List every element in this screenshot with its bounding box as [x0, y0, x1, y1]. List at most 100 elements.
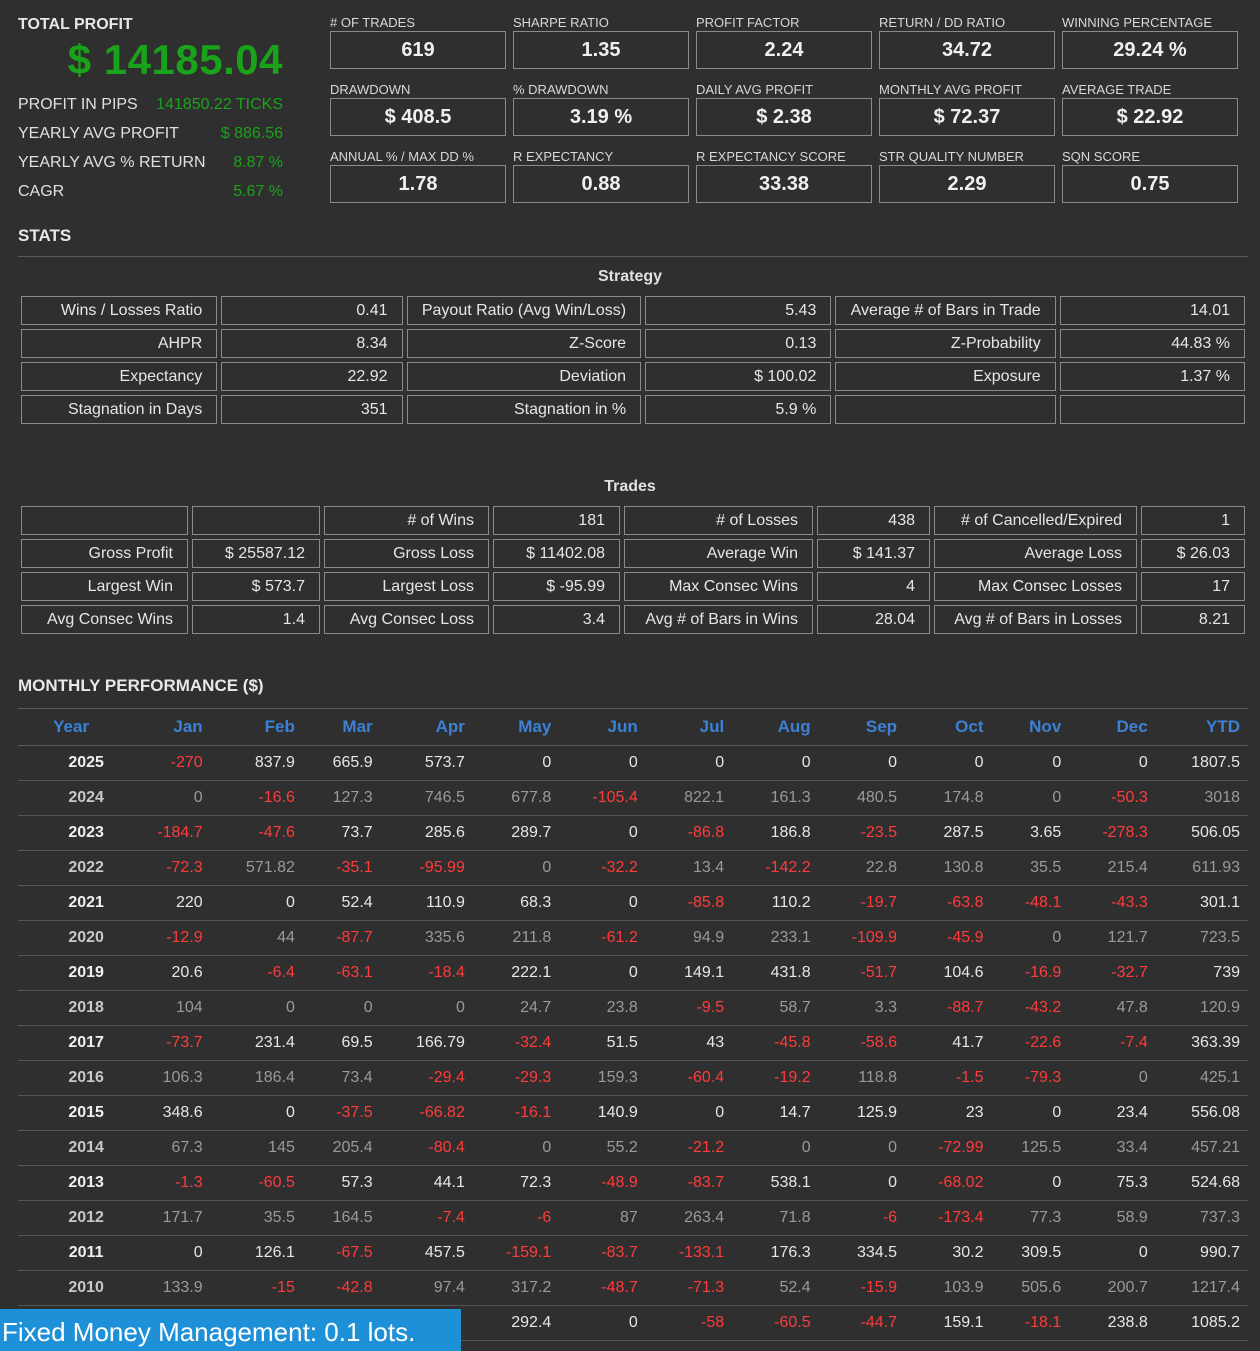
month-value-cell: 104: [124, 990, 211, 1026]
column-header[interactable]: Aug: [732, 708, 819, 746]
month-value-cell: 238.8: [1069, 1305, 1156, 1341]
column-header[interactable]: YTD: [1155, 708, 1248, 746]
stat-value: 8.34: [221, 329, 403, 358]
column-header[interactable]: Oct: [905, 708, 992, 746]
month-value-cell: -32.2: [559, 850, 646, 886]
stat-value: $ 100.02: [645, 362, 832, 391]
metric-value: 619: [330, 31, 506, 69]
month-value-cell: 120.9: [1155, 990, 1248, 1026]
month-value-cell: 0: [818, 745, 906, 781]
month-value-cell: -45.8: [732, 1025, 819, 1061]
stat-value: 4: [817, 572, 930, 601]
stat-label: Gross Profit: [21, 539, 188, 568]
month-value-cell: -48.1: [991, 885, 1070, 921]
metric-label: SQN SCORE: [1062, 149, 1141, 164]
month-value-cell: -15: [210, 1270, 303, 1306]
month-value-cell: -71.3: [645, 1270, 733, 1306]
year-cell: 2022: [18, 850, 125, 886]
metric-card: DAILY AVG PROFIT $ 2.38: [696, 81, 872, 136]
stat-row: Wins / Losses Ratio 0.41 Payout Ratio (Avg…: [21, 296, 1245, 325]
column-header[interactable]: Jul: [645, 708, 733, 746]
month-value-cell: 176.3: [732, 1235, 819, 1271]
month-value-cell: -6.4: [210, 955, 303, 991]
month-value-cell: -83.7: [645, 1165, 733, 1201]
month-value-cell: -60.5: [210, 1165, 303, 1201]
metric-label: SHARPE RATIO: [513, 15, 609, 30]
stat-value: 44.83 %: [1059, 329, 1245, 358]
stat-label: [835, 395, 1056, 424]
metric-card: DRAWDOWN $ 408.5: [330, 81, 506, 136]
stat-row: Avg Consec Wins 1.4 Avg Consec Loss 3.4 Avg …: [21, 605, 1245, 634]
metric-value: $ 408.5: [330, 98, 506, 136]
column-header[interactable]: Dec: [1069, 708, 1156, 746]
month-value-cell: -37.5: [302, 1095, 381, 1131]
month-value-cell: 44: [210, 920, 303, 956]
table-row: 2018 104 0 0 0 24.7 23.8 -9.5 58.7 3.3 -88.7 -43.2 4…: [18, 990, 1248, 1026]
month-value-cell: 233.1: [732, 920, 819, 956]
table-row: 2013 -1.3 -60.5 57.3 44.1 72.3 -48.9 -83.7 538.1…: [18, 1165, 1248, 1201]
column-header[interactable]: Sep: [818, 708, 906, 746]
column-header[interactable]: May: [472, 708, 560, 746]
month-value-cell: 186.4: [210, 1060, 303, 1096]
month-value-cell: -22.6: [991, 1025, 1070, 1061]
month-value-cell: 73.4: [302, 1060, 381, 1096]
stat-value: 22.92: [221, 362, 403, 391]
month-value-cell: -18.4: [380, 955, 473, 991]
column-header[interactable]: Apr: [380, 708, 473, 746]
month-value-cell: 0: [1069, 1060, 1156, 1096]
metric-card: # OF TRADES 619: [330, 14, 506, 69]
month-value-cell: 0: [559, 955, 646, 991]
month-value-cell: 480.5: [818, 780, 906, 816]
month-value-cell: -50.3: [1069, 780, 1156, 816]
stat-value: 0.13: [645, 329, 832, 358]
month-value-cell: -83.7: [559, 1235, 646, 1271]
month-value-cell: 285.6: [380, 815, 473, 851]
month-value-cell: -21.2: [645, 1130, 733, 1166]
stat-value: $ 573.7: [192, 572, 320, 601]
metric-label: STR QUALITY NUMBER: [879, 149, 1024, 164]
month-value-cell: 55.2: [559, 1130, 646, 1166]
month-value-cell: -18.1: [991, 1305, 1070, 1341]
stats-title: STATS: [18, 226, 72, 245]
month-value-cell: 348.6: [124, 1095, 211, 1131]
month-value-cell: 289.7: [472, 815, 560, 851]
month-value-cell: -68.02: [905, 1165, 992, 1201]
metric-value: 2.24: [696, 31, 872, 69]
total-profit-label: TOTAL PROFIT: [18, 16, 133, 33]
month-value-cell: 52.4: [302, 885, 381, 921]
month-value-cell: 57.3: [302, 1165, 381, 1201]
total-profit-value: $ 14185.04: [67, 36, 283, 83]
metric-label: DAILY AVG PROFIT: [696, 82, 814, 97]
column-header[interactable]: Jan: [124, 708, 211, 746]
column-header[interactable]: Nov: [991, 708, 1070, 746]
column-header[interactable]: Feb: [210, 708, 303, 746]
column-header[interactable]: Year: [18, 708, 125, 746]
month-value-cell: 71.8: [732, 1200, 819, 1236]
month-value-cell: -45.9: [905, 920, 992, 956]
stat-label: # of Losses: [624, 506, 813, 535]
month-value-cell: -1.5: [905, 1060, 992, 1096]
metric-label: WINNING PERCENTAGE: [1062, 15, 1212, 30]
column-header[interactable]: Mar: [302, 708, 381, 746]
month-value-cell: 3.65: [991, 815, 1070, 851]
stat-label: Largest Win: [21, 572, 188, 601]
month-value-cell: -87.7: [302, 920, 381, 956]
month-value-cell: -58: [645, 1305, 733, 1341]
column-header[interactable]: Jun: [559, 708, 646, 746]
month-value-cell: -63.8: [905, 885, 992, 921]
month-value-cell: 23.8: [559, 990, 646, 1026]
month-value-cell: 665.9: [302, 745, 381, 781]
stat-value: [1059, 395, 1245, 424]
summary-row-value: 8.87 %: [233, 154, 283, 171]
month-value-cell: -9.5: [645, 990, 733, 1026]
month-value-cell: 737.3: [1155, 1200, 1248, 1236]
table-row: 2021 220 0 52.4 110.9 68.3 0 -85.8 110.2 -19.7 -63…: [18, 885, 1248, 921]
stat-label: Expectancy: [21, 362, 218, 391]
month-value-cell: 35.5: [991, 850, 1070, 886]
metric-value: 33.38: [696, 165, 872, 203]
month-value-cell: -60.5: [732, 1305, 819, 1341]
month-value-cell: -1.3: [124, 1165, 211, 1201]
month-value-cell: -51.7: [818, 955, 906, 991]
month-value-cell: -72.3: [124, 850, 211, 886]
month-value-cell: 301.1: [1155, 885, 1248, 921]
